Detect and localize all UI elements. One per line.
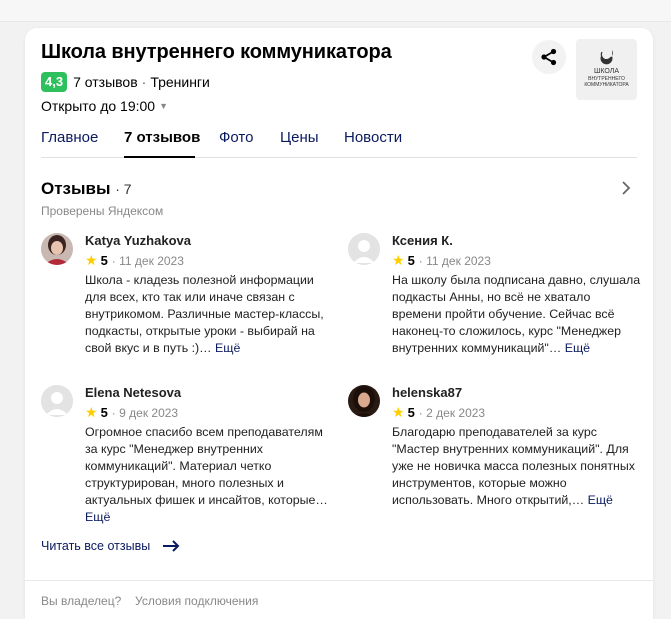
review-date: 11 дек 2023 — [119, 253, 184, 268]
review-text: Огромное спасибо всем преподавателям за … — [85, 425, 328, 507]
share-icon — [541, 48, 557, 66]
browser-top-strip — [0, 0, 671, 22]
avatar[interactable] — [41, 385, 73, 417]
reviews-title: Отзывы — [41, 179, 111, 198]
separator-dot: · — [111, 405, 120, 420]
star-icon: ★ — [85, 252, 98, 268]
separator-dot: · — [141, 74, 147, 90]
terms-link[interactable]: Условия подключения — [135, 594, 258, 608]
review-author[interactable]: Elena Netesova — [85, 385, 181, 400]
read-all-label: Читать все отзывы — [41, 539, 151, 553]
review-text: На школу была подписана давно, слушала п… — [392, 273, 641, 355]
review-author[interactable]: helenska87 — [392, 385, 462, 400]
more-link[interactable]: Ещё — [215, 341, 240, 355]
review-text: Школа - кладезь полезной информации для … — [85, 273, 324, 355]
active-tab-indicator — [124, 156, 195, 158]
more-link[interactable]: Ещё — [588, 493, 613, 507]
tabs-bar: Главное 7 отзывов Фото Цены Новости — [41, 122, 637, 158]
share-button[interactable] — [532, 40, 566, 74]
caret-down-icon: ▼ — [159, 101, 169, 111]
review-score: 5 — [407, 405, 415, 420]
separator-dot: · — [418, 253, 427, 268]
org-logo-image: ШКОЛА ВНУТРЕННЕГО КОММУНИКАТОРА — [584, 50, 629, 88]
review-text-block: На школу была подписана давно, слушала п… — [392, 272, 642, 357]
star-icon: ★ — [392, 404, 405, 420]
review-text-block: Школа - кладезь полезной информации для … — [85, 272, 335, 357]
review-date: 11 дек 2023 — [426, 253, 491, 268]
review-date: 2 дек 2023 — [426, 405, 486, 420]
arrow-right-icon — [163, 540, 180, 552]
review-meta: ★ 5 · 11 дек 2023 — [392, 252, 491, 269]
review-text-block: Благодарю преподавателей за курс "Мастер… — [392, 424, 642, 509]
review-card: Katya Yuzhakova ★ 5 · 11 дек 2023 Школа … — [41, 233, 324, 363]
logo-text-bot: КОММУНИКАТОРА — [584, 82, 629, 88]
review-card: Ксения К. ★ 5 · 11 дек 2023 На школу был… — [348, 233, 640, 383]
review-score: 5 — [407, 253, 415, 268]
review-meta: ★ 5 · 2 дек 2023 — [392, 404, 485, 421]
rating-row: 4,3 7 отзывов · Тренинги — [41, 72, 210, 92]
owner-link[interactable]: Вы владелец? — [41, 594, 121, 608]
review-meta: ★ 5 · 9 дек 2023 — [85, 404, 178, 421]
more-link[interactable]: Ещё — [565, 341, 590, 355]
avatar[interactable] — [348, 385, 380, 417]
rating-badge: 4,3 — [41, 72, 68, 92]
separator-dot: · — [111, 253, 120, 268]
card-footer: Вы владелец? Условия подключения — [25, 580, 653, 619]
review-date: 9 дек 2023 — [119, 405, 179, 420]
separator-dot: · — [418, 405, 427, 420]
hours-dropdown[interactable]: Открыто до 19:00 ▼ — [41, 98, 168, 114]
avatar[interactable] — [41, 233, 73, 265]
review-score: 5 — [100, 405, 108, 420]
org-card: Школа внутреннего коммуникатора 4,3 7 от… — [25, 28, 653, 619]
review-score: 5 — [100, 253, 108, 268]
chevron-right-icon[interactable] — [621, 180, 631, 201]
review-author[interactable]: Katya Yuzhakova — [85, 233, 191, 248]
review-author[interactable]: Ксения К. — [392, 233, 453, 248]
logo-text-top: ШКОЛА — [594, 68, 619, 75]
reviews-count-link[interactable]: 7 отзывов — [73, 74, 138, 90]
more-link[interactable]: Ещё — [85, 510, 110, 524]
review-meta: ★ 5 · 11 дек 2023 — [85, 252, 184, 269]
reviews-heading-count: · 7 — [115, 181, 132, 197]
tab-prices[interactable]: Цены — [280, 129, 319, 146]
category-label[interactable]: Тренинги — [150, 74, 210, 90]
avatar[interactable] — [348, 233, 380, 265]
review-text-block: Огромное спасибо всем преподавателям за … — [85, 424, 335, 526]
org-logo[interactable]: ШКОЛА ВНУТРЕННЕГО КОММУНИКАТОРА — [576, 39, 637, 100]
tab-main[interactable]: Главное — [41, 129, 98, 146]
tab-photos[interactable]: Фото — [219, 129, 253, 146]
review-card: helenska87 ★ 5 · 2 дек 2023 Благодарю пр… — [348, 385, 635, 525]
reviews-heading[interactable]: Отзывы · 7 — [41, 179, 132, 199]
verified-label: Проверены Яндексом — [41, 204, 164, 218]
read-all-reviews-link[interactable]: Читать все отзывы — [41, 539, 180, 553]
star-icon: ★ — [392, 252, 405, 268]
tab-reviews[interactable]: 7 отзывов — [124, 129, 200, 146]
star-icon: ★ — [85, 404, 98, 420]
review-card: Elena Netesova ★ 5 · 9 дек 2023 Огромное… — [41, 385, 328, 525]
org-title: Школа внутреннего коммуникатора — [41, 41, 392, 63]
tab-news[interactable]: Новости — [344, 129, 402, 146]
hours-label: Открыто до 19:00 — [41, 98, 156, 114]
